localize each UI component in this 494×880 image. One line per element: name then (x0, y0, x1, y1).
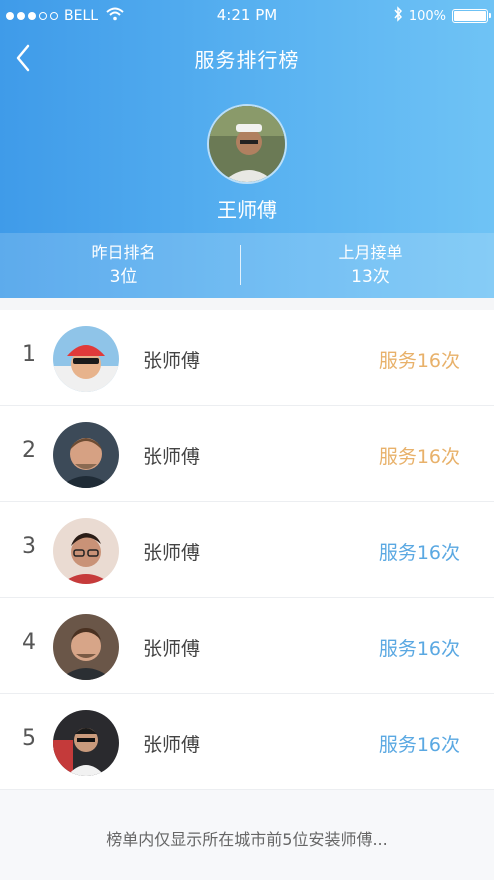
stat-last-month-orders: 上月接单 13次 (247, 233, 494, 298)
stat-value: 13次 (351, 267, 390, 287)
stat-label: 昨日排名 (91, 243, 156, 262)
battery-percent: 100% (408, 8, 446, 24)
page-title: 服务排行榜 (194, 48, 300, 72)
ranking-row[interactable]: 3 张师傅 服务16次 (0, 502, 494, 598)
profile-avatar[interactable] (207, 104, 287, 184)
rank-number: 2 (22, 438, 36, 463)
rank-number: 4 (22, 630, 36, 655)
stat-divider (240, 245, 241, 285)
status-bar: BELL 4:21 PM 100% (0, 0, 494, 30)
service-count: 服务16次 (378, 446, 460, 468)
technician-name: 张师傅 (143, 350, 201, 372)
avatar (53, 710, 119, 776)
bluetooth-icon (393, 6, 403, 26)
ranking-row[interactable]: 2 张师傅 服务16次 (0, 406, 494, 502)
rank-number: 5 (22, 726, 36, 751)
profile-stats: 昨日排名 3位 上月接单 13次 (0, 233, 494, 298)
technician-name: 张师傅 (143, 734, 201, 756)
technician-name: 张师傅 (143, 638, 201, 660)
stat-yesterday-rank: 昨日排名 3位 (0, 233, 247, 298)
status-right: 100% (393, 6, 491, 26)
rank-number: 1 (22, 342, 36, 367)
ranking-row[interactable]: 5 张师傅 服务16次 (0, 694, 494, 790)
technician-name: 张师傅 (143, 446, 201, 468)
avatar (53, 326, 119, 392)
service-count: 服务16次 (378, 638, 460, 660)
ranking-list: 1 张师傅 服务16次 2 张师傅 服务16次 3 张师傅 服务16次 4 张师… (0, 310, 494, 790)
stat-value: 3位 (109, 267, 138, 287)
avatar (53, 518, 119, 584)
header: BELL 4:21 PM 100% 服务排行榜 王师傅 昨日排名 3位 上月接单… (0, 0, 494, 298)
stat-label: 上月接单 (338, 243, 403, 262)
rank-number: 3 (22, 534, 36, 559)
service-count: 服务16次 (378, 734, 460, 756)
ranking-row[interactable]: 1 张师傅 服务16次 (0, 310, 494, 406)
footer: 榜单内仅显示所在城市前5位安装师傅... (0, 790, 494, 880)
service-count: 服务16次 (378, 542, 460, 564)
technician-name: 张师傅 (143, 542, 201, 564)
nav-bar: 服务排行榜 (0, 36, 494, 80)
footer-note: 榜单内仅显示所在城市前5位安装师傅... (106, 830, 388, 849)
ranking-row[interactable]: 4 张师傅 服务16次 (0, 598, 494, 694)
avatar (53, 614, 119, 680)
profile-name: 王师傅 (217, 198, 277, 222)
service-count: 服务16次 (378, 350, 460, 372)
avatar (53, 422, 119, 488)
battery-icon (452, 9, 491, 23)
